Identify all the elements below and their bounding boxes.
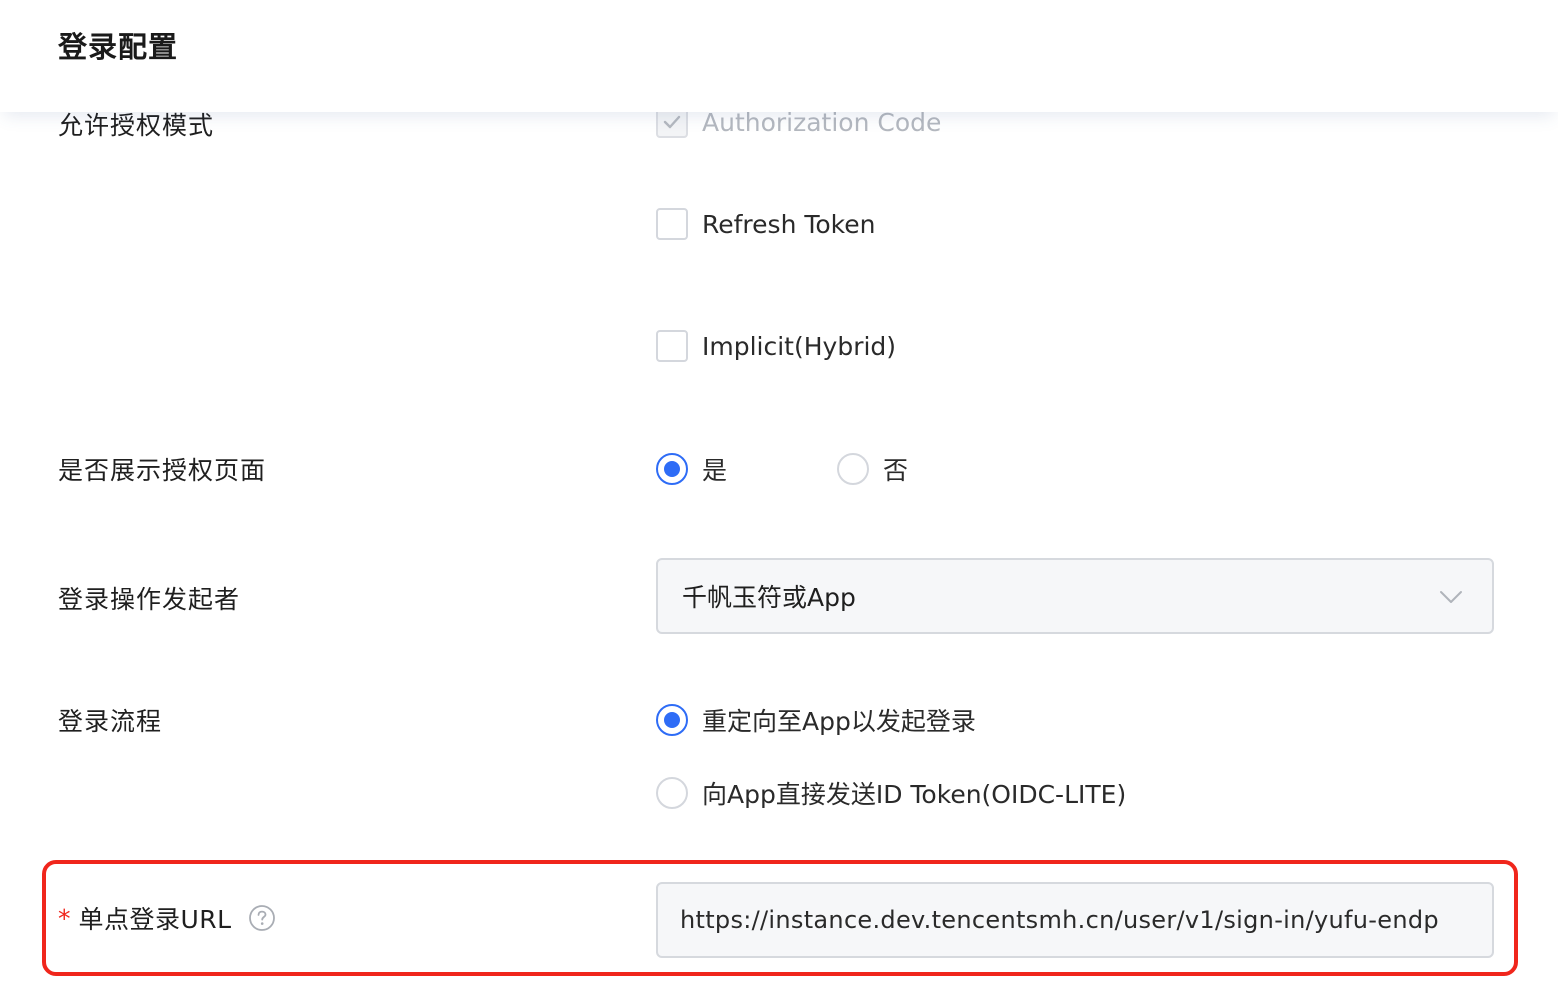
radio-label: 是: [702, 456, 728, 485]
grant-mode-label: Refresh Token: [702, 209, 876, 239]
login-initiator-label: 登录操作发起者: [58, 585, 241, 614]
required-asterisk: *: [58, 903, 71, 933]
checkbox-unchecked[interactable]: [656, 330, 688, 362]
chevron-down-icon: [1440, 591, 1462, 603]
page-header: 登录配置: [0, 0, 1558, 112]
login-config-page: 登录配置 允许授权模式 Authorization Code Refresh T…: [0, 0, 1558, 999]
grant-mode-refresh-token[interactable]: Refresh Token: [656, 208, 876, 240]
login-initiator-value: 千帆玉符或App: [682, 583, 856, 612]
radio-label: 向App直接发送ID Token(OIDC-LITE): [702, 780, 1127, 809]
show-auth-page-yes[interactable]: 是: [656, 451, 727, 487]
login-initiator-select[interactable]: 千帆玉符或App: [656, 558, 1494, 634]
radio-selected[interactable]: [656, 704, 688, 736]
login-flow-label: 登录流程: [58, 707, 163, 736]
checkbox-unchecked[interactable]: [656, 208, 688, 240]
check-icon: [663, 115, 681, 129]
show-auth-page-label: 是否展示授权页面: [58, 456, 267, 485]
page-title: 登录配置: [58, 30, 179, 64]
radio-label: 否: [883, 456, 909, 485]
radio-unselected[interactable]: [656, 777, 688, 809]
login-flow-oidc-lite[interactable]: 向App直接发送ID Token(OIDC-LITE): [656, 775, 1126, 811]
login-flow-redirect[interactable]: 重定向至App以发起登录: [656, 702, 976, 738]
sso-url-label: 单点登录URL: [78, 905, 232, 934]
show-auth-page-no[interactable]: 否: [837, 451, 908, 487]
sso-url-input[interactable]: https://instance.dev.tencentsmh.cn/user/…: [656, 882, 1494, 958]
radio-label: 重定向至App以发起登录: [702, 707, 976, 736]
sso-url-value: https://instance.dev.tencentsmh.cn/user/…: [680, 906, 1439, 934]
grant-mode-label: Implicit(Hybrid): [702, 331, 897, 361]
sso-url-label-group: * 单点登录URL: [58, 900, 276, 936]
help-question-icon[interactable]: [248, 904, 276, 932]
radio-selected[interactable]: [656, 453, 688, 485]
grant-mode-implicit-hybrid[interactable]: Implicit(Hybrid): [656, 330, 896, 362]
radio-unselected[interactable]: [837, 453, 869, 485]
